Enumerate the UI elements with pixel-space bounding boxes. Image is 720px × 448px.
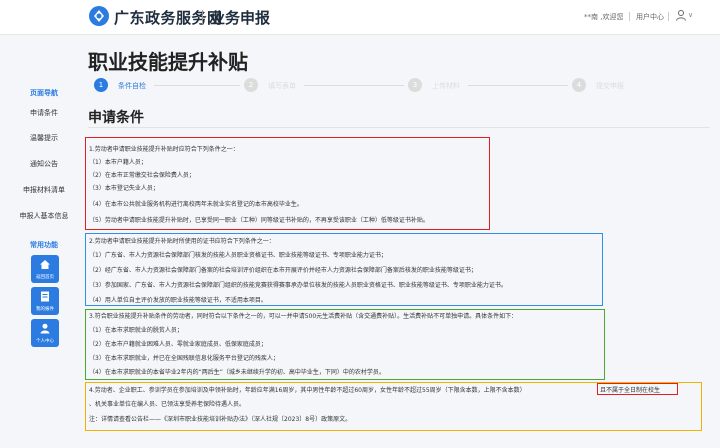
logo-divider (202, 10, 203, 24)
highlight-box (597, 383, 678, 395)
sidebar-item-notice[interactable]: 通知公告 (0, 159, 88, 169)
step-number: 1 (94, 78, 108, 92)
condition-line: （2）在本市户籍就业困难人员、零就业家庭成员、低保家庭成员； (89, 341, 267, 348)
site-name[interactable]: 广东政务服务网 (114, 7, 223, 28)
condition-line: （2）在本市正常缴交社会保险费人员； (89, 172, 195, 179)
personal-center-button[interactable]: 个人中心 (31, 319, 59, 347)
section-title: 申请条件 (88, 110, 144, 126)
condition-line: 3.符合职业技能提升补贴条件的劳动者，同时符合以下条件之一的，可以一并申请500… (89, 313, 518, 320)
condition-line: （4）在本市公共就业服务机构进行离校两年未就业实名登记的本市高校毕业生。 (89, 201, 303, 208)
step-label: 条件自检 (118, 82, 146, 90)
sidebar-item-applicant[interactable]: 申报人基本信息 (0, 211, 88, 221)
policy-note: 注：详情请查看公告栏——《深圳市职业技能培训补贴办法》（深人社规〔2023〕8号… (89, 416, 352, 423)
home-button[interactable]: 返回首页 (31, 255, 59, 283)
step-label: 填写表单 (268, 82, 296, 90)
gd-logo-icon (89, 6, 109, 26)
header-divider (668, 12, 669, 21)
progress-steps: 1 条件自检 2 填写表单 3 上传材料 4 提交申报 (88, 76, 708, 94)
sidebar-item-conditions[interactable]: 申请条件 (0, 108, 88, 118)
step-connector (154, 85, 240, 86)
sidebar-func-title: 常用功能 (30, 241, 58, 249)
top-bar: 广东政务服务网 业务申报 **南 ,欢迎您 用户中心 ∨ (0, 0, 720, 35)
my-applications-label: 我的报件 (36, 307, 54, 312)
section-divider (88, 127, 710, 128)
personal-center-label: 个人中心 (36, 339, 54, 344)
condition-line: （1）广东省、市人力资源社会保障部门核发的技能人员职业资格证书、职业技能等级证书… (89, 252, 387, 259)
condition-line: （4）在本市求职就业的本省毕业2年内的“两后生”（城乡未继续升学的初、高中毕业生… (89, 369, 385, 376)
sidebar-item-materials[interactable]: 申报材料清单 (0, 185, 88, 195)
step-label: 提交申报 (596, 82, 624, 90)
step-number: 3 (408, 78, 422, 92)
step-label: 上传材料 (432, 82, 460, 90)
condition-line: （3）本市登记失业人员； (89, 185, 159, 192)
user-center-link[interactable]: 用户中心 (636, 12, 664, 22)
condition-line: （3）参加国家、广东省、市人力资源社会保障部门组织的技能竞赛获得赛事承办单位核发… (89, 282, 507, 289)
step-number: 4 (572, 78, 586, 92)
chevron-down-icon[interactable]: ∨ (688, 11, 693, 19)
condition-line: （4）用人单位自主评价发放的职业技能等级证书，不适用本项目。 (89, 297, 267, 304)
step-connector (468, 85, 568, 86)
section-name: 业务申报 (210, 9, 271, 27)
home-icon (40, 260, 50, 269)
condition-line: （2）经广东省、市人力资源社会保障部门备案的社会培训评价组织在本市开展评价并经市… (89, 267, 477, 274)
condition-line: 1.劳动者申请职业技能提升补贴时应符合下列条件之一： (89, 146, 239, 153)
welcome-text: **南 ,欢迎您 (584, 13, 624, 21)
header-divider (629, 12, 630, 21)
home-button-label: 返回首页 (36, 275, 54, 280)
user-icon[interactable] (675, 9, 687, 21)
person-icon (40, 323, 50, 334)
page-title: 职业技能提升补贴 (88, 50, 248, 74)
condition-line: （3）在本市求职就业，并已在全国残联信息化服务平台登记的残疾人； (89, 355, 279, 362)
step-connector (304, 85, 404, 86)
condition-line: （5）劳动者申请职业技能提升补贴时，已享受同一职业（工种）同等级证书补贴的，不再… (89, 217, 429, 224)
sidebar-item-tips[interactable]: 温馨提示 (0, 133, 88, 143)
document-icon (41, 291, 49, 302)
condition-line: 2.劳动者申请职业技能提升补贴时所使用的证书应符合下列条件之一： (89, 238, 275, 245)
condition-line: （1）本市户籍人员； (89, 159, 147, 166)
step-number: 2 (244, 78, 258, 92)
condition-line: （1）在本市求职就业的脱贫人员； (89, 327, 183, 334)
condition-line: 、机关事业单位在编人员、已领法享受养老保险待遇人员。 (89, 401, 246, 408)
my-applications-button[interactable]: 我的报件 (31, 287, 59, 315)
condition-line: 4.劳动者、企业职工、参训学员在参加培训及申领补贴时，年龄应年满16周岁，其中男… (89, 387, 526, 394)
sidebar-nav-title: 页面导航 (30, 89, 58, 97)
